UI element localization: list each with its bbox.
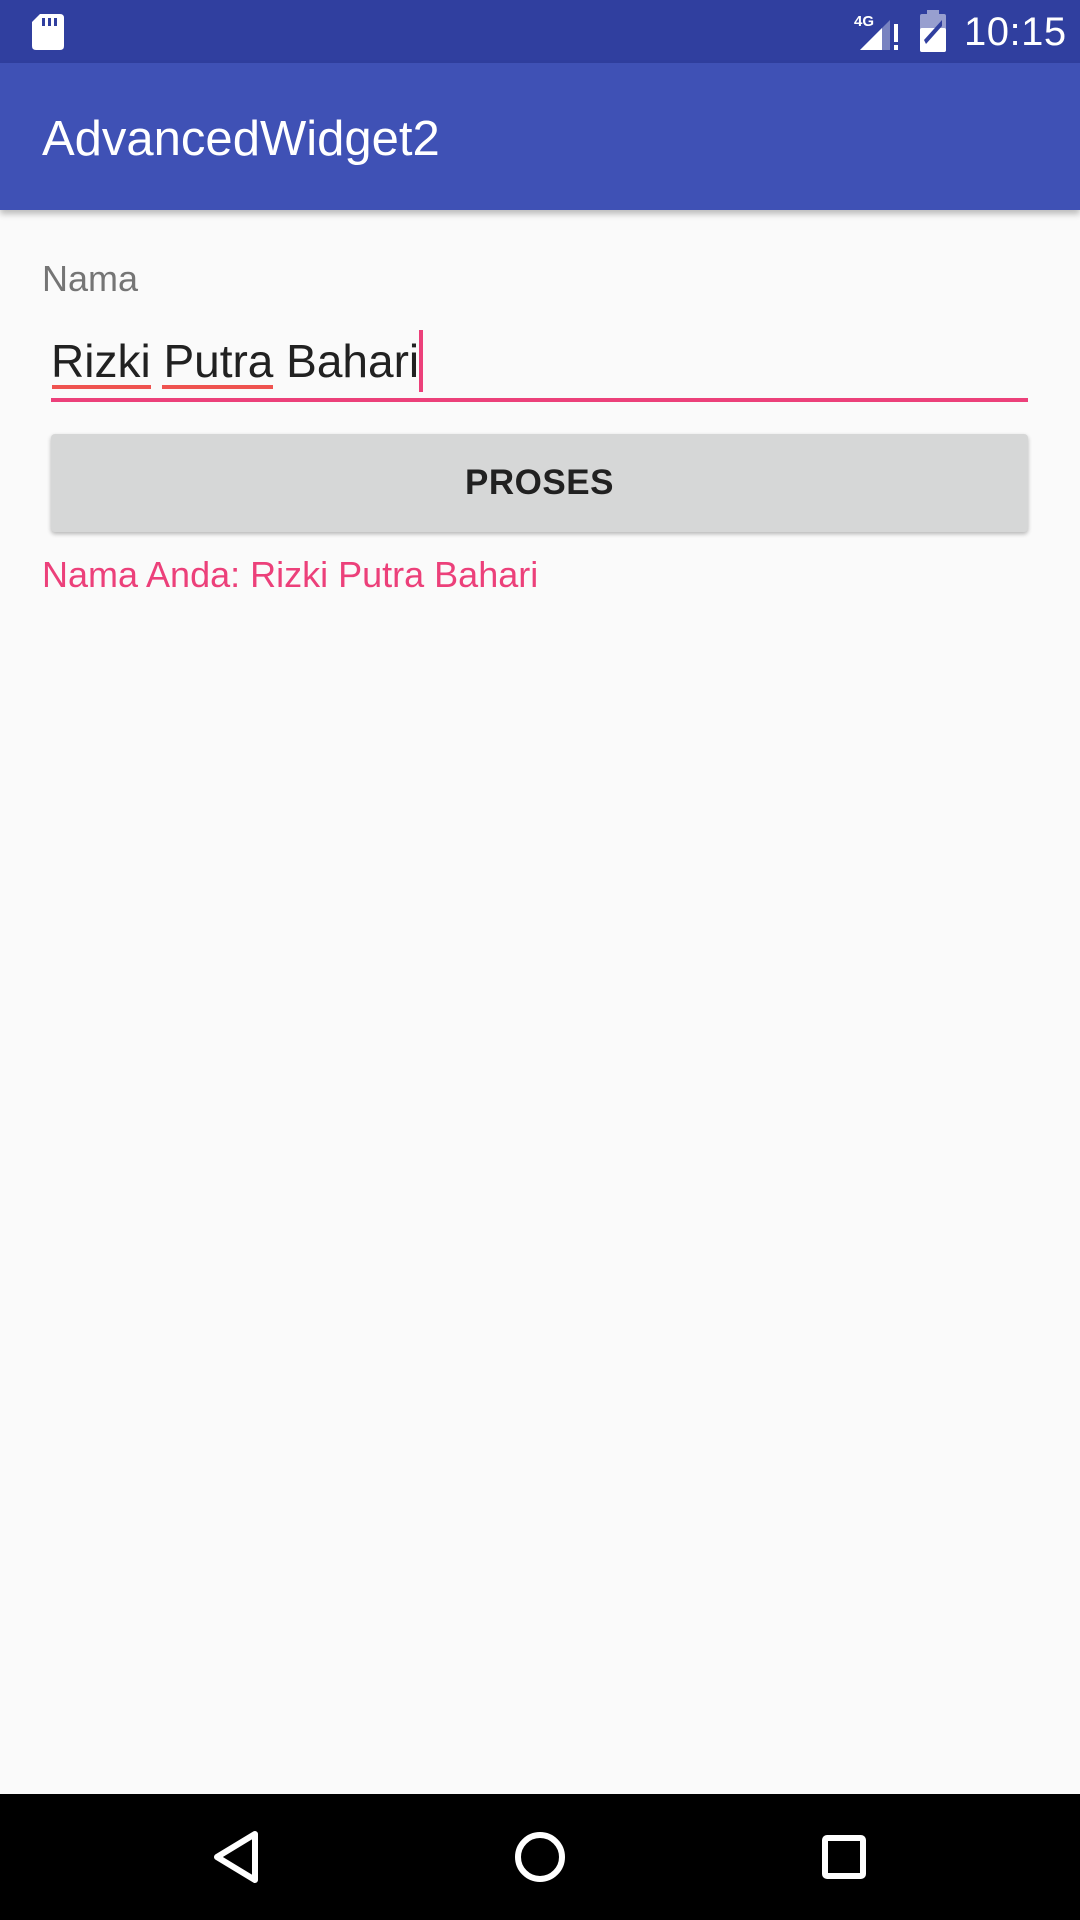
recents-icon[interactable]	[804, 1817, 884, 1897]
home-icon[interactable]	[500, 1817, 580, 1897]
app-title: AdvancedWidget2	[42, 112, 440, 166]
spellcheck-underline	[52, 385, 151, 389]
battery-icon	[920, 10, 946, 52]
result-text: Nama Anda: Rizki Putra Bahari	[42, 554, 539, 595]
signal-icon: 4G	[854, 13, 898, 50]
back-icon[interactable]	[196, 1817, 276, 1897]
network-type-label: 4G	[854, 13, 874, 30]
spellcheck-underline	[162, 385, 273, 389]
status-clock: 10:15	[964, 10, 1067, 54]
sd-card-icon	[32, 14, 64, 50]
status-bar: 4G 10:15	[0, 0, 1080, 63]
name-label: Nama	[42, 258, 139, 299]
name-field[interactable]	[51, 325, 1028, 402]
text-cursor	[419, 330, 423, 392]
proses-button[interactable]: PROSES	[51, 434, 1028, 532]
input-underline	[51, 398, 1028, 402]
app-bar: AdvancedWidget2	[0, 63, 1080, 210]
navigation-bar	[0, 1794, 1080, 1920]
